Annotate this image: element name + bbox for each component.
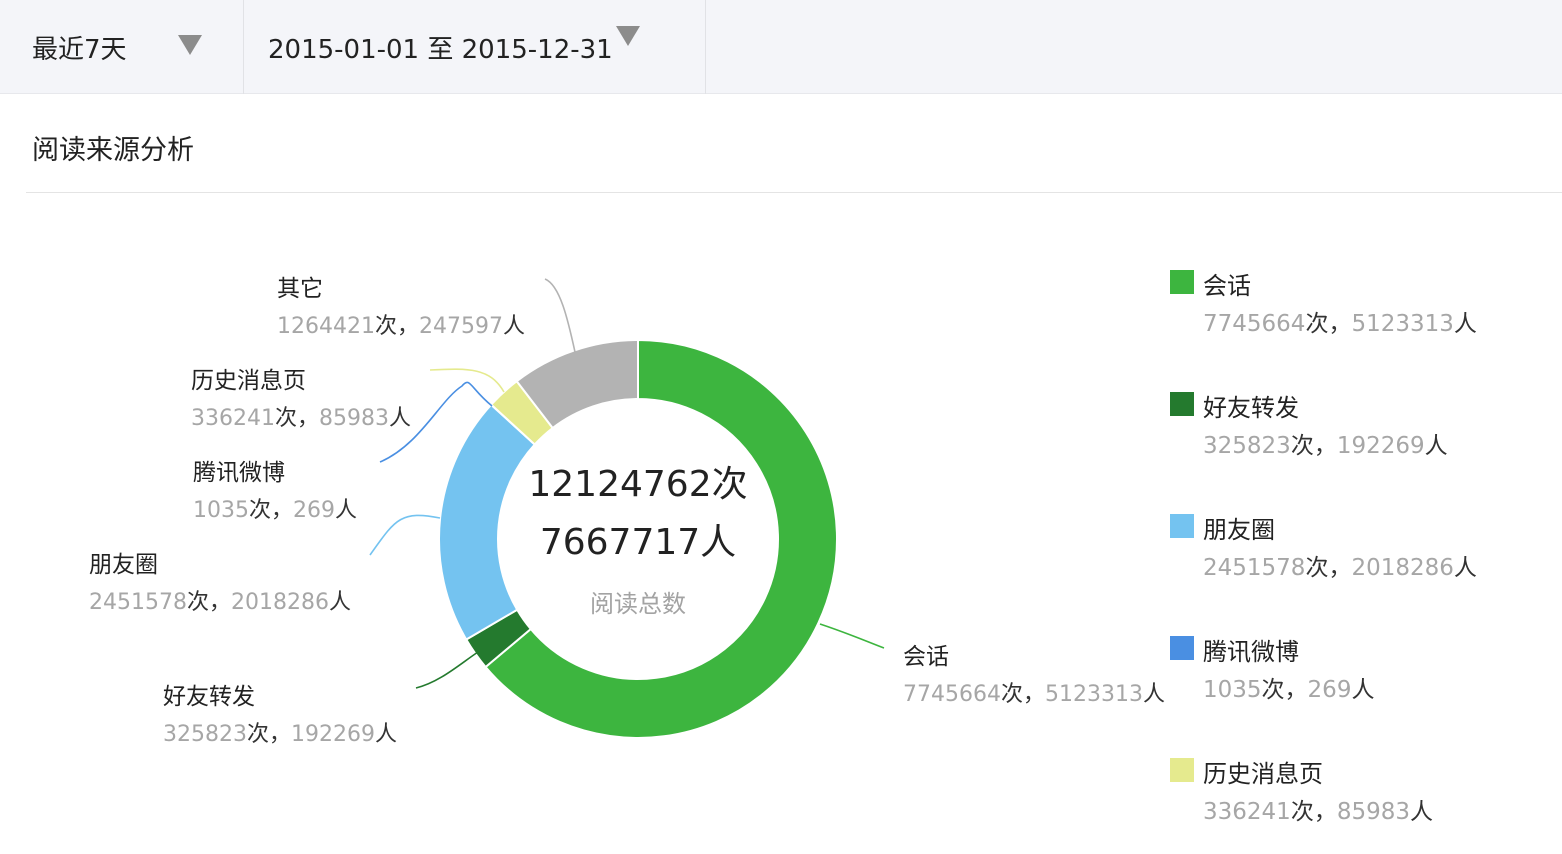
legend-item-4[interactable]: 历史消息页 336241次，85983人 [1170,754,1530,834]
slice-label-name-0: 会话 [903,644,949,670]
center-total-people: 7667717人 [540,522,736,563]
legend-name: 历史消息页 [1203,760,1323,788]
legend-name: 会话 [1203,272,1251,300]
legend-value: 336241次，85983人 [1203,799,1433,825]
legend-value: 1035次，269人 [1203,677,1375,703]
legend-value: 2451578次，2018286人 [1203,555,1477,581]
leader-line-4 [429,368,505,393]
slice-label-name-1: 好友转发 [163,684,255,710]
legend-swatch [1170,514,1194,538]
slice-label-value-3: 1035次，269人 [193,498,357,523]
slice-label-name-5: 其它 [277,276,323,302]
center-caption: 阅读总数 [590,590,686,618]
legend-name: 好友转发 [1203,394,1299,422]
legend-swatch [1170,758,1194,782]
legend-name: 腾讯微博 [1203,638,1299,666]
legend-item-2[interactable]: 朋友圈 2451578次，2018286人 [1170,510,1530,590]
slice-label-value-2: 2451578次，2018286人 [89,590,351,615]
slice-2[interactable] [438,403,537,641]
legend-item-1[interactable]: 好友转发 325823次，192269人 [1170,388,1530,468]
legend-item-3[interactable]: 腾讯微博 1035次，269人 [1170,632,1530,712]
legend-name: 朋友圈 [1203,516,1275,544]
legend-item-0[interactable]: 会话 7745664次，5123313人 [1170,266,1530,346]
legend-swatch [1170,636,1194,660]
slice-label-name-2: 朋友圈 [89,552,158,578]
legend-swatch [1170,270,1194,294]
legend-swatch [1170,392,1194,416]
slice-label-value-4: 336241次，85983人 [191,406,411,431]
slice-label-value-1: 325823次，192269人 [163,722,397,747]
slice-label-name-3: 腾讯微博 [193,460,285,486]
slice-label-name-4: 历史消息页 [191,368,306,394]
legend-value: 7745664次，5123313人 [1203,311,1477,337]
legend-value: 325823次，192269人 [1203,433,1448,459]
leader-line-2 [369,514,441,556]
donut-center: 12124762次 7667717人阅读总数 [528,464,747,618]
leader-line-0 [819,623,885,649]
leader-line-5 [544,278,576,353]
leader-line-1 [415,651,479,689]
slice-label-value-5: 1264421次，247597人 [277,314,525,339]
center-total-times: 12124762次 [528,464,747,505]
slice-label-value-0: 7745664次，5123313人 [903,682,1165,707]
